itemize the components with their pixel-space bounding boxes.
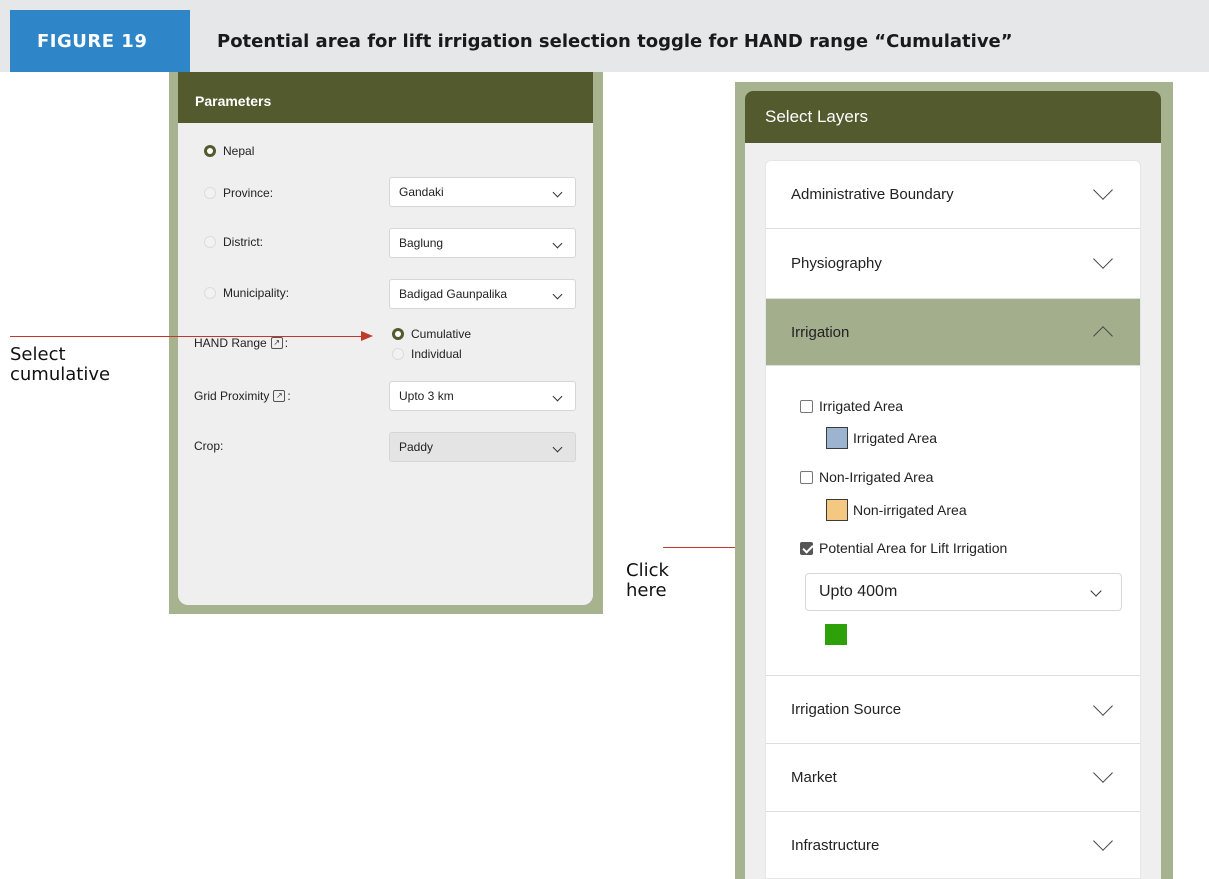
figure-header: FIGURE 19 Potential area for lift irriga…	[0, 0, 1209, 72]
municipality-value: Badigad Gaunpalika	[399, 287, 508, 301]
accordion-label: Physiography	[791, 255, 882, 272]
non-irrigated-area-checkbox[interactable]	[800, 470, 813, 484]
district-select[interactable]: Baglung	[389, 228, 576, 258]
accordion-label: Irrigation	[791, 323, 850, 341]
chevron-down-icon	[552, 187, 563, 198]
accordion-administrative-boundary[interactable]: Administrative Boundary	[766, 161, 1140, 229]
grid-proximity-select[interactable]: Upto 3 km	[389, 381, 576, 411]
hand-range-label: HAND Range	[194, 336, 267, 350]
irrigated-area-swatch	[826, 427, 848, 449]
accordion-label: Market	[791, 769, 837, 786]
chevron-down-icon	[1090, 585, 1102, 597]
non-irrigated-area-option[interactable]: Non-Irrigated Area	[800, 469, 933, 485]
external-link-icon[interactable]: ↗	[273, 390, 286, 402]
grid-proximity-label: Grid Proximity	[194, 389, 270, 403]
non-irrigated-area-swatch	[826, 499, 848, 521]
chevron-down-icon	[552, 238, 563, 249]
chevron-down-icon	[552, 391, 563, 402]
chevron-up-icon	[1093, 326, 1113, 346]
lift-irrigation-swatch	[825, 624, 847, 645]
lift-irrigation-range-value: Upto 400m	[819, 583, 898, 600]
province-option[interactable]: Province:	[204, 186, 273, 200]
district-label: District:	[223, 235, 263, 249]
province-select[interactable]: Gandaki	[389, 177, 576, 207]
irrigated-area-legend-label: Irrigated Area	[853, 430, 938, 446]
layers-header: Select Layers	[745, 91, 1161, 143]
chevron-down-icon	[1093, 696, 1113, 716]
accordion-irrigation-source[interactable]: Irrigation Source	[766, 675, 1140, 744]
grid-proximity-colon: :	[287, 389, 291, 403]
figure-title: Potential area for lift irrigation selec…	[217, 30, 1013, 52]
province-value: Gandaki	[399, 185, 444, 199]
accordion-label: Irrigation Source	[791, 701, 902, 718]
cumulative-label: Cumulative	[411, 327, 472, 341]
irrigated-area-checkbox[interactable]	[800, 399, 813, 413]
chevron-down-icon	[1093, 180, 1113, 200]
province-label: Province:	[223, 186, 274, 200]
accordion-irrigation[interactable]: Irrigation	[766, 299, 1140, 366]
crop-label-row: Crop:	[194, 439, 223, 453]
lift-irrigation-option[interactable]: Potential Area for Lift Irrigation	[800, 540, 1007, 556]
chevron-down-icon	[1093, 831, 1113, 851]
chevron-down-icon	[552, 289, 563, 300]
hand-option-cumulative[interactable]: Cumulative	[392, 327, 471, 341]
external-link-icon[interactable]: ↗	[270, 337, 283, 349]
annotation-line-2: cumulative	[10, 364, 111, 385]
annotation-line-1: Select	[10, 344, 66, 365]
district-option[interactable]: District:	[204, 235, 263, 249]
annotation-line-1: Click	[626, 560, 669, 581]
irrigated-area-option[interactable]: Irrigated Area	[800, 398, 903, 414]
lift-irrigation-checkbox[interactable]	[800, 541, 813, 555]
nepal-label: Nepal	[223, 144, 255, 158]
district-radio[interactable]	[204, 236, 216, 248]
annotation-line-2: here	[626, 580, 667, 601]
non-irrigated-area-label: Non-Irrigated Area	[819, 469, 934, 485]
annotation-arrow-line	[10, 336, 362, 337]
nepal-radio[interactable]	[204, 145, 216, 157]
nepal-option[interactable]: Nepal	[204, 144, 254, 158]
individual-label: Individual	[411, 347, 462, 361]
accordion-label: Infrastructure	[791, 837, 880, 854]
irrigated-area-legend: Irrigated Area	[826, 427, 937, 449]
province-radio[interactable]	[204, 187, 216, 199]
hand-range-colon: :	[284, 336, 289, 350]
accordion-infrastructure[interactable]: Infrastructure	[766, 812, 1140, 879]
non-irrigated-area-legend-label: Non-irrigated Area	[853, 502, 967, 518]
crop-value: Paddy	[399, 440, 434, 454]
crop-label: Crop:	[194, 439, 224, 453]
district-value: Baglung	[399, 236, 444, 250]
accordion-physiography[interactable]: Physiography	[766, 229, 1140, 299]
lift-irrigation-label: Potential Area for Lift Irrigation	[819, 540, 1008, 556]
chevron-down-icon	[1093, 249, 1113, 269]
annotation-select-cumulative: Select cumulative	[10, 345, 110, 385]
annotation-arrowhead	[361, 331, 373, 341]
figure-number: FIGURE 19	[10, 10, 190, 72]
municipality-select[interactable]: Badigad Gaunpalika	[389, 279, 576, 309]
grid-proximity-value: Upto 3 km	[399, 389, 454, 403]
annotation-click-here: Click here	[626, 561, 669, 601]
hand-range-label-row: HAND Range ↗ :	[194, 336, 288, 350]
accordion-market[interactable]: Market	[766, 744, 1140, 812]
parameters-header: Parameters	[178, 72, 593, 123]
cumulative-radio[interactable]	[392, 328, 404, 340]
individual-radio[interactable]	[392, 348, 404, 360]
hand-option-individual[interactable]: Individual	[392, 347, 462, 361]
municipality-radio[interactable]	[204, 287, 216, 299]
municipality-label: Municipality:	[223, 286, 290, 300]
chevron-down-icon	[1093, 763, 1113, 783]
accordion-label: Administrative Boundary	[791, 186, 954, 203]
chevron-down-icon	[552, 442, 563, 453]
grid-proximity-label-row: Grid Proximity ↗ :	[194, 389, 291, 403]
crop-select[interactable]: Paddy	[389, 432, 576, 462]
municipality-option[interactable]: Municipality:	[204, 286, 289, 300]
irrigated-area-label: Irrigated Area	[819, 398, 904, 414]
lift-irrigation-range-select[interactable]: Upto 400m	[805, 573, 1122, 611]
non-irrigated-area-legend: Non-irrigated Area	[826, 499, 967, 521]
